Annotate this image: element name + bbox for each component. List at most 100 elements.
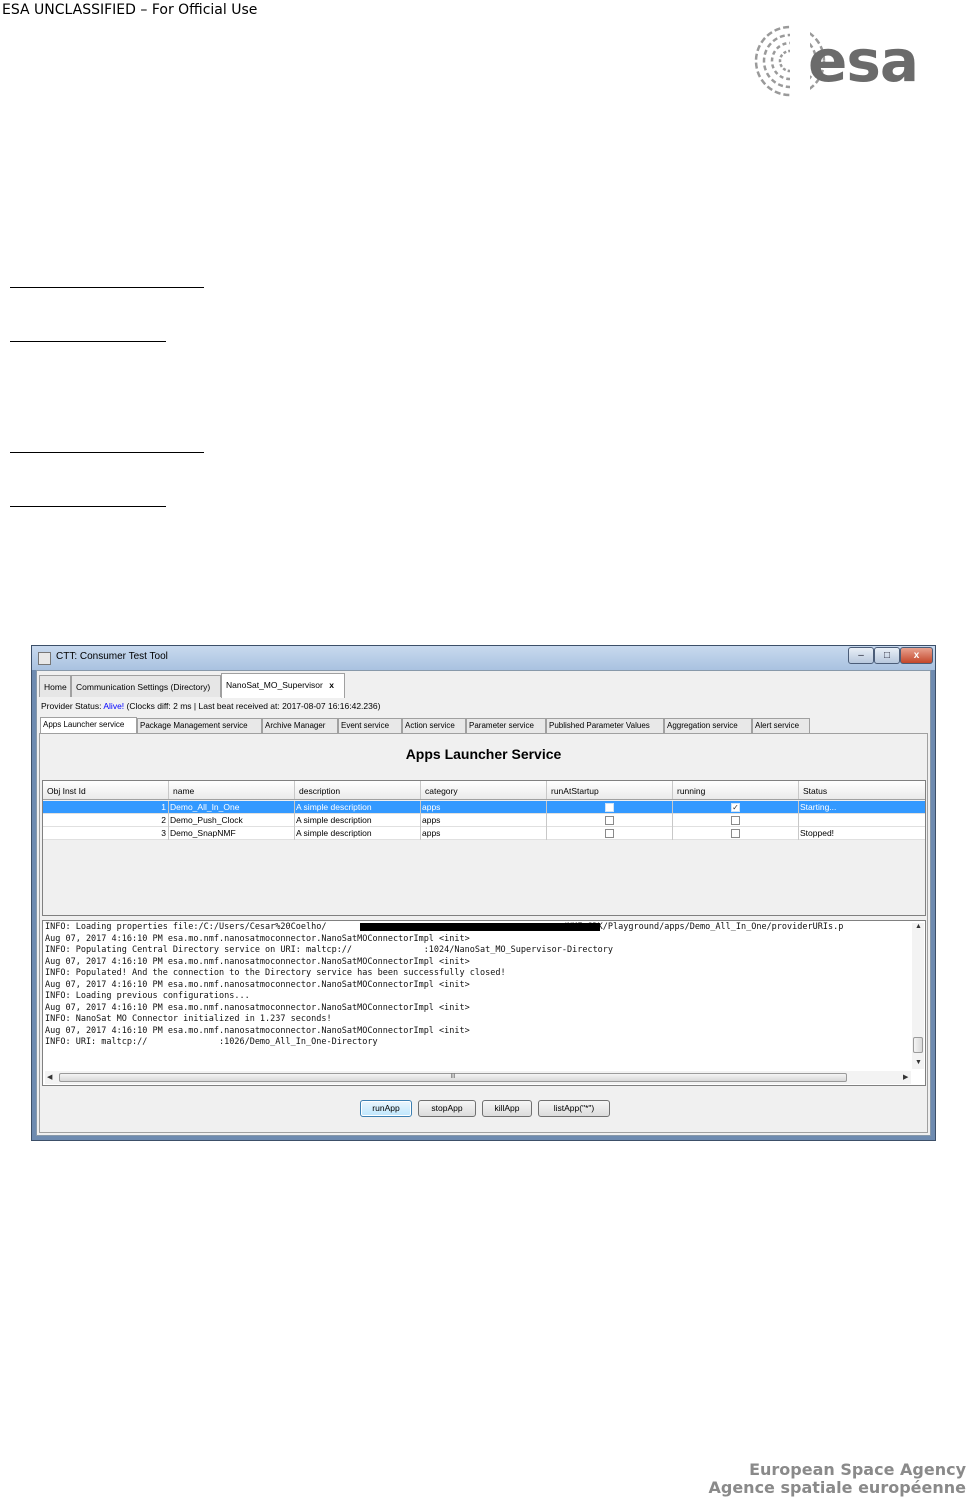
tab-action-service[interactable]: Action service — [402, 718, 466, 733]
table-row[interactable]: 2 Demo_Push_Clock A simple description a… — [43, 814, 925, 827]
cell-run-at-startup — [547, 827, 673, 840]
apps-table: Obj Inst Id name description category ru… — [42, 780, 926, 916]
ctt-window: CTT: Consumer Test Tool – □ x Home Commu… — [31, 645, 936, 1141]
column-header[interactable]: description — [295, 781, 421, 799]
cell-running: ✓ — [673, 801, 799, 814]
cell-run-at-startup — [547, 814, 673, 827]
log-vertical-scrollbar[interactable]: ▲ ▼ — [912, 923, 924, 1069]
cell-status — [799, 814, 925, 827]
cell-category: apps — [421, 801, 547, 814]
close-button[interactable]: x — [900, 647, 933, 664]
cell-running — [673, 827, 799, 840]
running-checkbox[interactable]: ✓ — [731, 803, 740, 812]
run-at-startup-checkbox[interactable] — [605, 829, 614, 838]
tab-archive-manager[interactable]: Archive Manager — [262, 718, 338, 733]
tab-aggregation-service[interactable]: Aggregation service — [664, 718, 752, 733]
maximize-button[interactable]: □ — [874, 647, 900, 664]
log-line: INFO: Populated! And the connection to t… — [45, 968, 506, 978]
heading-underline — [10, 452, 204, 453]
column-header[interactable]: name — [169, 781, 295, 799]
cell-status: Stopped! — [800, 828, 835, 838]
cell-id: 1 — [43, 801, 169, 814]
tab-nanosat-mo-supervisor[interactable]: NanoSat_MO_Supervisor x — [221, 673, 345, 698]
log-line: INFO: Loading previous configurations... — [45, 991, 250, 1001]
tab-label: NanoSat_MO_Supervisor — [226, 680, 323, 690]
log-horizontal-scrollbar[interactable]: ◀ III ▶ — [45, 1071, 911, 1084]
cell-run-at-startup — [547, 801, 673, 814]
cell-category: apps — [421, 814, 547, 827]
heading-underline — [10, 287, 204, 288]
running-checkbox[interactable] — [731, 816, 740, 825]
table-header: Obj Inst Id name description category ru… — [43, 781, 925, 800]
table-row[interactable]: 1 Demo_All_In_One A simple description a… — [43, 801, 925, 814]
app-icon — [38, 652, 51, 665]
status-prefix: Provider Status: — [41, 701, 104, 711]
log-line: Aug 07, 2017 4:16:10 PM esa.mo.nmf.nanos… — [45, 933, 470, 944]
cell-id: 2 — [43, 814, 169, 827]
kill-app-button[interactable]: killApp — [482, 1100, 532, 1117]
column-header[interactable]: category — [421, 781, 547, 799]
cell-description: A simple description — [295, 827, 421, 840]
window-titlebar[interactable]: CTT: Consumer Test Tool – □ x — [32, 646, 935, 670]
log-line: Aug 07, 2017 4:16:10 PM esa.mo.nmf.nanos… — [45, 956, 470, 967]
scroll-up-icon[interactable]: ▲ — [915, 923, 922, 930]
cell-description: A simple description — [295, 814, 421, 827]
redaction-bar — [360, 923, 600, 931]
tab-published-parameter-values[interactable]: Published Parameter Values — [546, 718, 664, 733]
table-row[interactable]: 3 Demo_SnapNMF A simple description apps… — [43, 827, 925, 840]
window-client: Home Communication Settings (Directory) … — [36, 670, 931, 1136]
esa-logo-text: esa — [808, 27, 919, 95]
cell-description: A simple description — [295, 801, 421, 814]
classification-label: ESA UNCLASSIFIED – For Official Use — [2, 2, 258, 18]
scroll-thumb[interactable]: III — [59, 1073, 847, 1082]
tab-close-icon[interactable]: x — [329, 680, 334, 690]
column-header[interactable]: Obj Inst Id — [43, 781, 169, 799]
log-line: INFO: NanoSat MO Connector initialized i… — [45, 1014, 332, 1024]
heading-underline — [10, 341, 166, 342]
provider-status: Provider Status: Alive! (Clocks diff: 2 … — [41, 701, 380, 711]
cell-name: Demo_SnapNMF — [169, 827, 295, 840]
list-app-button[interactable]: listApp("*") — [538, 1100, 610, 1117]
tab-event-service[interactable]: Event service — [338, 718, 402, 733]
scroll-down-icon[interactable]: ▼ — [915, 1059, 922, 1066]
log-line: INFO: URI: maltcp:// :1026/Demo_All_In_O… — [45, 1037, 378, 1047]
log-line: Aug 07, 2017 4:16:10 PM esa.mo.nmf.nanos… — [45, 1002, 470, 1013]
tab-package-management[interactable]: Package Management service — [137, 718, 262, 733]
footer-agency-en: European Space Agency — [749, 1460, 966, 1479]
apps-launcher-panel: Apps Launcher Service Obj Inst Id name d… — [39, 733, 928, 1133]
status-details: (Clocks diff: 2 ms | Last beat received … — [124, 701, 381, 711]
scroll-thumb[interactable] — [913, 1037, 923, 1053]
log-line: Aug 07, 2017 4:16:10 PM esa.mo.nmf.nanos… — [45, 1025, 470, 1036]
running-checkbox[interactable] — [731, 829, 740, 838]
tab-alert-service[interactable]: Alert service — [752, 718, 810, 733]
scroll-right-icon[interactable]: ▶ — [903, 1073, 908, 1081]
run-at-startup-checkbox[interactable] — [605, 803, 614, 812]
cell-name: Demo_Push_Clock — [169, 814, 295, 827]
run-app-button[interactable]: runApp — [360, 1100, 412, 1117]
footer-agency-fr: Agence spatiale européenne — [708, 1478, 966, 1497]
scroll-left-icon[interactable]: ◀ — [47, 1073, 52, 1081]
log-line: Aug 07, 2017 4:16:10 PM esa.mo.nmf.nanos… — [45, 979, 470, 990]
panel-title: Apps Launcher Service — [405, 746, 562, 762]
stop-app-button[interactable]: stopApp — [418, 1100, 476, 1117]
window-title: CTT: Consumer Test Tool — [56, 651, 168, 662]
log-output[interactable]: INFO: Loading properties file:/C:/Users/… — [42, 920, 926, 1086]
tab-home[interactable]: Home — [39, 675, 71, 697]
tab-parameter-service[interactable]: Parameter service — [466, 718, 546, 733]
tab-communication-settings[interactable]: Communication Settings (Directory) — [71, 675, 221, 697]
tab-apps-launcher[interactable]: Apps Launcher service — [40, 717, 137, 734]
minimize-button[interactable]: – — [848, 647, 874, 664]
column-header[interactable]: Status — [799, 781, 925, 799]
column-header[interactable]: runAtStartup — [547, 781, 673, 799]
cell-name: Demo_All_In_One — [169, 801, 295, 814]
status-alive: Alive! — [103, 701, 125, 711]
cell-running — [673, 814, 799, 827]
action-buttons: runApp stopApp killApp listApp("*") — [40, 1100, 927, 1120]
run-at-startup-checkbox[interactable] — [605, 816, 614, 825]
heading-underline — [10, 506, 166, 507]
cell-category: apps — [421, 827, 547, 840]
cell-id: 3 — [43, 827, 169, 840]
cell-status: Starting... — [800, 802, 837, 812]
log-line: INFO: Populating Central Directory servi… — [45, 945, 614, 955]
column-header[interactable]: running — [673, 781, 799, 799]
